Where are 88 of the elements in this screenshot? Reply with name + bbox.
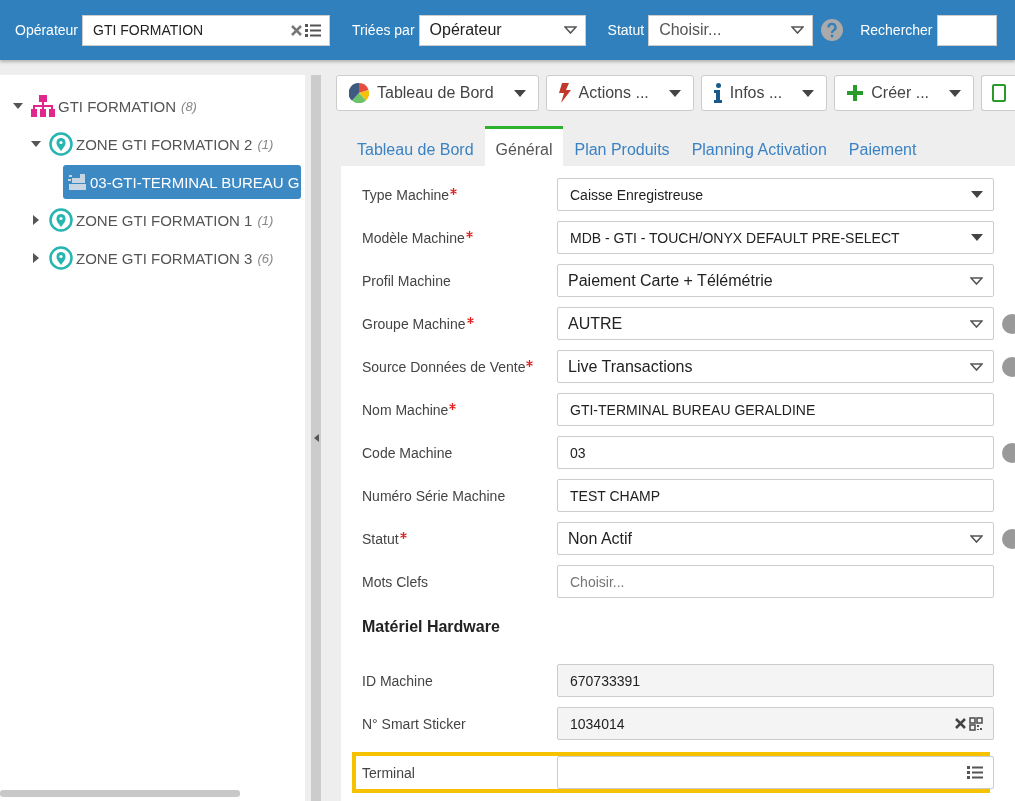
item-count: (8) bbox=[181, 98, 197, 114]
combo-box[interactable]: Live Transactions bbox=[557, 350, 994, 383]
field-label: Terminal bbox=[362, 764, 415, 781]
qr-code-icon[interactable] bbox=[969, 716, 983, 731]
menu-button[interactable]: Tableau de Bord bbox=[336, 75, 539, 111]
field-label: N° Smart Sticker bbox=[362, 715, 466, 732]
dropdown-caret-icon[interactable] bbox=[970, 276, 983, 285]
info-icon bbox=[713, 83, 722, 103]
tree-item[interactable]: 03-GTI-TERMINAL BUREAU G bbox=[63, 165, 301, 199]
dropdown-caret-icon[interactable] bbox=[970, 362, 983, 371]
field-label: Statut bbox=[362, 530, 399, 547]
item-count: (1) bbox=[257, 212, 274, 228]
field-label: Source Données de Vente bbox=[362, 358, 526, 375]
expanded-arrow-icon[interactable] bbox=[13, 103, 23, 109]
field-label: Code Machine bbox=[362, 444, 453, 461]
dropdown-caret-icon[interactable] bbox=[513, 89, 526, 97]
map-pin-icon bbox=[49, 208, 73, 232]
dropdown-caret-icon[interactable] bbox=[791, 26, 805, 34]
list-icon[interactable] bbox=[967, 765, 983, 780]
collapsed-arrow-icon[interactable] bbox=[33, 253, 39, 263]
item-count: (6) bbox=[257, 250, 274, 266]
menu-button[interactable]: Créer ... bbox=[834, 75, 975, 111]
menu-button[interactable]: Actions ... bbox=[545, 75, 694, 111]
combo-box[interactable]: Non Actif bbox=[557, 522, 994, 555]
field-label: Profil Machine bbox=[362, 272, 451, 289]
horizontal-scrollbar[interactable] bbox=[0, 790, 240, 797]
expanded-arrow-icon[interactable] bbox=[31, 141, 41, 147]
tab[interactable]: Plan Produits bbox=[563, 126, 681, 166]
dropdown-caret-icon[interactable] bbox=[563, 26, 577, 34]
field-label: Mots Clefs bbox=[362, 573, 429, 590]
field-label: Nom Machine bbox=[362, 401, 449, 418]
cash-register-icon bbox=[67, 173, 87, 191]
status-label: Statut bbox=[607, 22, 645, 38]
tree-item[interactable]: ZONE GTI FORMATION 1 (1) bbox=[45, 203, 278, 237]
sort-select[interactable]: Opérateur bbox=[418, 14, 586, 46]
tab[interactable]: Tableau de Bord bbox=[346, 126, 485, 166]
input-field[interactable]: 670733391 bbox=[557, 664, 994, 697]
map-pin-icon bbox=[49, 246, 73, 270]
input-field[interactable]: TEST CHAMP bbox=[557, 479, 994, 512]
dropdown-caret-icon[interactable] bbox=[971, 191, 983, 198]
dropdown[interactable]: Caisse Enregistreuse bbox=[557, 178, 994, 211]
tab[interactable]: Paiement bbox=[837, 126, 928, 166]
combo-box[interactable]: Paiement Carte + Télémétrie bbox=[557, 264, 994, 297]
list-icon[interactable] bbox=[305, 22, 322, 38]
input-field[interactable]: GTI-TERMINAL BUREAU GERALDINE bbox=[557, 393, 994, 426]
collapsed-arrow-icon[interactable] bbox=[33, 215, 39, 225]
dropdown[interactable]: MDB - GTI - TOUCH/ONYX DEFAULT PRE-SELECT bbox=[557, 221, 994, 254]
dropdown-caret-icon[interactable] bbox=[970, 534, 983, 543]
field-label: Numéro Série Machine bbox=[362, 487, 506, 504]
field-label: ID Machine bbox=[362, 672, 433, 689]
document-icon bbox=[992, 84, 1007, 102]
clear-icon[interactable] bbox=[955, 718, 966, 729]
clear-icon[interactable] bbox=[291, 24, 303, 36]
input-field[interactable]: 1034014 bbox=[557, 707, 994, 740]
operator-value: GTI FORMATION bbox=[93, 22, 205, 38]
search-label: Rechercher bbox=[860, 22, 933, 38]
hierarchy-icon bbox=[31, 94, 55, 118]
section-heading: Matériel Hardware bbox=[362, 618, 501, 636]
map-pin-icon bbox=[49, 132, 73, 156]
tab[interactable]: Planning Activation bbox=[680, 126, 838, 166]
plus-icon bbox=[847, 85, 864, 101]
dropdown-caret-icon[interactable] bbox=[970, 319, 983, 328]
combo-box[interactable]: AUTRE bbox=[557, 307, 994, 340]
picker-field[interactable] bbox=[557, 756, 994, 789]
item-count: (1) bbox=[257, 136, 274, 152]
tree-item[interactable]: ZONE GTI FORMATION 2 (1) bbox=[45, 127, 278, 161]
operator-field[interactable]: GTI FORMATION bbox=[82, 14, 331, 46]
field-label: Modèle Machine bbox=[362, 229, 465, 246]
tab[interactable]: Général bbox=[484, 126, 564, 166]
lightning-bolt-icon bbox=[558, 83, 571, 103]
dropdown-caret-icon[interactable] bbox=[668, 89, 681, 97]
dropdown-caret-icon[interactable] bbox=[949, 89, 962, 97]
status-select[interactable]: Choisir... bbox=[648, 14, 814, 46]
field-label: Groupe Machine bbox=[362, 315, 466, 332]
toolbar-button[interactable] bbox=[981, 75, 1015, 111]
sort-label: Triées par bbox=[352, 22, 415, 38]
field-label: Type Machine bbox=[362, 186, 450, 203]
collapse-arrow-icon[interactable] bbox=[313, 434, 319, 442]
pie-chart-icon bbox=[349, 83, 369, 103]
tree-item[interactable]: GTI FORMATION (8) bbox=[27, 89, 201, 123]
search-field[interactable] bbox=[936, 14, 997, 46]
dropdown-caret-icon[interactable] bbox=[802, 89, 815, 97]
tag-field[interactable]: Choisir... bbox=[557, 565, 994, 598]
menu-button[interactable]: Infos ... bbox=[700, 75, 828, 111]
dropdown-caret-icon[interactable] bbox=[971, 234, 983, 241]
tree-item[interactable]: ZONE GTI FORMATION 3 (6) bbox=[45, 241, 278, 275]
operator-label: Opérateur bbox=[15, 22, 79, 38]
input-field[interactable]: 03 bbox=[557, 436, 994, 469]
